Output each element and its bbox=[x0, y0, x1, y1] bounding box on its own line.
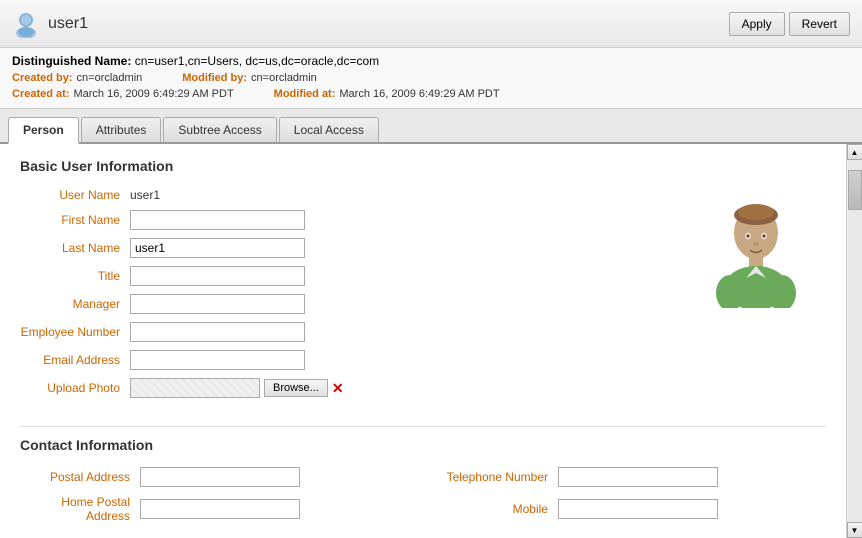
contact-row-homepostal: Home Postal Address bbox=[20, 495, 408, 523]
main-content: Basic User Information User Name user1 F… bbox=[0, 144, 862, 538]
meta-row: Created by: cn=orcladmin Modified by: cn… bbox=[12, 72, 850, 84]
form-row-firstname: First Name bbox=[20, 210, 666, 230]
tab-subtree-access[interactable]: Subtree Access bbox=[163, 117, 276, 142]
revert-button[interactable]: Revert bbox=[789, 12, 850, 36]
avatar-area bbox=[686, 188, 826, 406]
file-input-area[interactable] bbox=[130, 378, 260, 398]
form-row-upload: Upload Photo Browse... ✕ bbox=[20, 378, 666, 398]
created-by-label: Created by: bbox=[12, 72, 73, 84]
scroll-down-button[interactable]: ▼ bbox=[847, 522, 862, 538]
apply-button[interactable]: Apply bbox=[729, 12, 785, 36]
contact-row-phone: Telephone Number bbox=[438, 467, 826, 487]
contact-heading: Contact Information bbox=[20, 437, 826, 453]
header-left: user1 bbox=[12, 10, 88, 38]
label-upload: Upload Photo bbox=[20, 381, 130, 395]
browse-button[interactable]: Browse... bbox=[264, 379, 328, 397]
tab-local-access[interactable]: Local Access bbox=[279, 117, 379, 142]
dn-row: Distinguished Name: cn=user1,cn=Users, d… bbox=[12, 54, 850, 68]
tab-person[interactable]: Person bbox=[8, 117, 79, 144]
avatar bbox=[706, 198, 806, 308]
label-email: Email Address bbox=[20, 353, 130, 367]
modified-by-label: Modified by: bbox=[182, 72, 247, 84]
user-icon bbox=[12, 10, 40, 38]
label-homepostal: Home Postal Address bbox=[20, 495, 140, 523]
contact-row-mobile: Mobile bbox=[438, 495, 826, 523]
basic-info-section: Basic User Information User Name user1 F… bbox=[20, 158, 826, 406]
dn-label: Distinguished Name: bbox=[12, 54, 131, 68]
scroll-thumb[interactable] bbox=[848, 170, 862, 210]
basic-info-heading: Basic User Information bbox=[20, 158, 826, 174]
created-by-value: cn=orcladmin bbox=[77, 72, 143, 84]
scrollbar[interactable]: ▲ ▼ bbox=[846, 144, 862, 538]
header: user1 Apply Revert bbox=[0, 0, 862, 48]
modified-by-value: cn=orcladmin bbox=[251, 72, 317, 84]
contact-grid: Postal Address Telephone Number Home Pos… bbox=[20, 467, 826, 523]
input-title[interactable] bbox=[130, 266, 305, 286]
label-phone: Telephone Number bbox=[438, 470, 558, 484]
form-row-title: Title bbox=[20, 266, 666, 286]
form-row-email: Email Address bbox=[20, 350, 666, 370]
form-row-empnum: Employee Number bbox=[20, 322, 666, 342]
upload-row: Browse... ✕ bbox=[130, 378, 344, 398]
dn-value: cn=user1,cn=Users, dc=us,dc=oracle,dc=co… bbox=[135, 54, 379, 68]
input-mobile[interactable] bbox=[558, 499, 718, 519]
label-postal: Postal Address bbox=[20, 470, 140, 484]
created-by: Created by: cn=orcladmin bbox=[12, 72, 142, 84]
modified-by: Modified by: cn=orcladmin bbox=[182, 72, 317, 84]
label-firstname: First Name bbox=[20, 213, 130, 227]
modified-at-label: Modified at: bbox=[274, 88, 336, 100]
label-title: Title bbox=[20, 269, 130, 283]
created-at-value: March 16, 2009 6:49:29 AM PDT bbox=[73, 88, 233, 100]
input-firstname[interactable] bbox=[130, 210, 305, 230]
input-postal[interactable] bbox=[140, 467, 300, 487]
label-mobile: Mobile bbox=[438, 502, 558, 516]
input-homepostal[interactable] bbox=[140, 499, 300, 519]
scroll-track[interactable] bbox=[848, 160, 862, 522]
delete-photo-icon[interactable]: ✕ bbox=[332, 380, 344, 397]
created-at-label: Created at: bbox=[12, 88, 69, 100]
contact-section: Contact Information Postal Address Telep… bbox=[20, 426, 826, 523]
contact-row-postal: Postal Address bbox=[20, 467, 408, 487]
form-row-lastname: Last Name bbox=[20, 238, 666, 258]
created-at: Created at: March 16, 2009 6:49:29 AM PD… bbox=[12, 88, 234, 100]
input-phone[interactable] bbox=[558, 467, 718, 487]
content-area: Basic User Information User Name user1 F… bbox=[0, 144, 846, 538]
value-username: user1 bbox=[130, 188, 160, 202]
label-lastname: Last Name bbox=[20, 241, 130, 255]
tab-attributes[interactable]: Attributes bbox=[81, 117, 162, 142]
input-email[interactable] bbox=[130, 350, 305, 370]
page-title: user1 bbox=[48, 15, 88, 33]
input-lastname[interactable] bbox=[130, 238, 305, 258]
form-row-manager: Manager bbox=[20, 294, 666, 314]
tabs: Person Attributes Subtree Access Local A… bbox=[0, 109, 862, 144]
input-empnum[interactable] bbox=[130, 322, 305, 342]
label-manager: Manager bbox=[20, 297, 130, 311]
meta-row-2: Created at: March 16, 2009 6:49:29 AM PD… bbox=[12, 88, 850, 100]
form-section: User Name user1 First Name Last Name bbox=[20, 188, 826, 406]
scroll-up-button[interactable]: ▲ bbox=[847, 144, 862, 160]
form-fields: User Name user1 First Name Last Name bbox=[20, 188, 666, 406]
modified-at: Modified at: March 16, 2009 6:49:29 AM P… bbox=[274, 88, 500, 100]
label-empnum: Employee Number bbox=[20, 325, 130, 339]
label-username: User Name bbox=[20, 188, 130, 202]
form-row-username: User Name user1 bbox=[20, 188, 666, 202]
input-manager[interactable] bbox=[130, 294, 305, 314]
header-buttons: Apply Revert bbox=[729, 12, 850, 36]
dn-section: Distinguished Name: cn=user1,cn=Users, d… bbox=[0, 48, 862, 109]
modified-at-value: March 16, 2009 6:49:29 AM PDT bbox=[339, 88, 499, 100]
